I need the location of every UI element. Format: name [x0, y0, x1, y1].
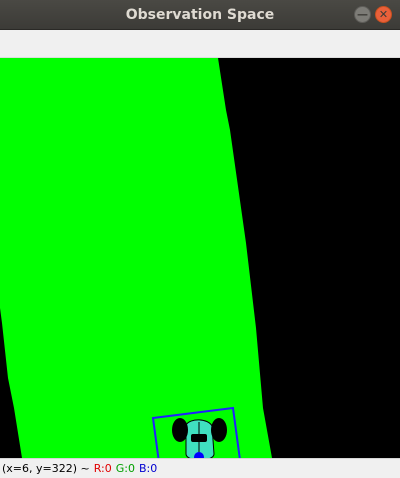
status-bar: (x=6, y=322) ~ R:0 G:0 B:0: [0, 458, 400, 478]
window-title: Observation Space: [125, 6, 275, 23]
pixel-blue-value: B:0: [139, 462, 158, 475]
pixel-green-value: G:0: [115, 462, 135, 475]
close-button[interactable]: ✕: [375, 6, 392, 23]
cursor-coordinates: (x=6, y=322) ~: [2, 462, 90, 475]
toolbar: [0, 30, 400, 58]
observation-canvas[interactable]: [0, 58, 400, 458]
minimize-button[interactable]: —: [354, 6, 371, 23]
pixel-red-value: R:0: [93, 462, 112, 475]
window-controls: — ✕: [354, 6, 392, 23]
car-wheel-left: [172, 418, 188, 442]
window-titlebar: Observation Space — ✕: [0, 0, 400, 30]
observation-image: [0, 58, 400, 458]
car-wheel-right: [211, 418, 227, 442]
